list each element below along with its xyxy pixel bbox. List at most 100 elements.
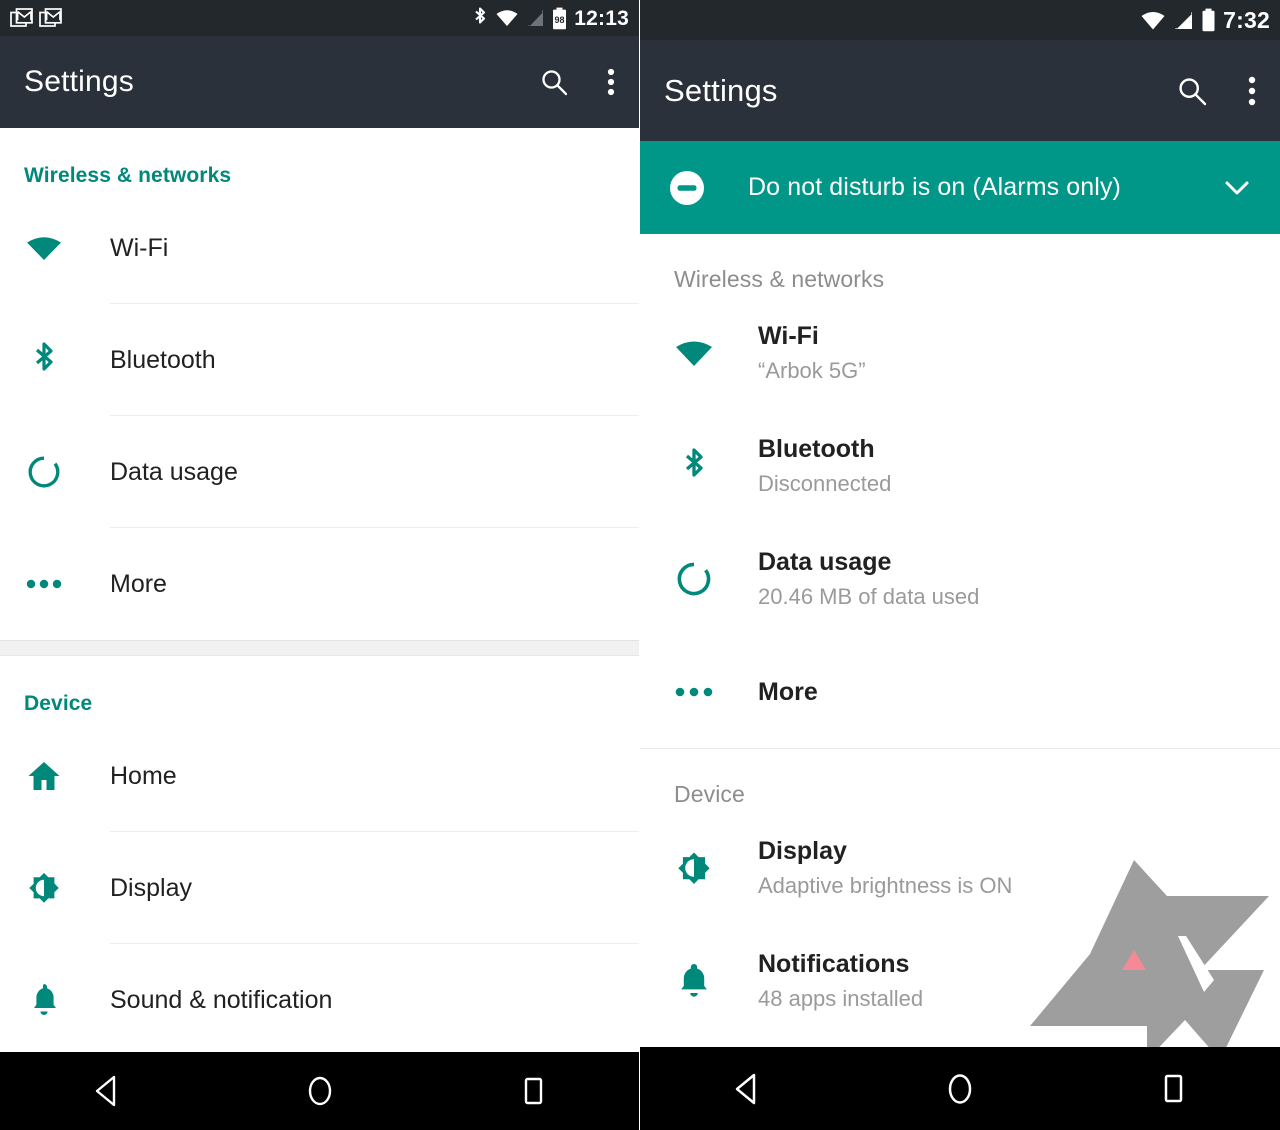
do-not-disturb-text: Do not disturb is on (Alarms only) (748, 173, 1121, 201)
do-not-disturb-icon (668, 169, 706, 207)
bluetooth-icon (24, 340, 64, 380)
bell-icon (674, 962, 714, 1000)
more-horiz-icon (674, 687, 714, 697)
app-bar-actions (1176, 75, 1256, 107)
more-vert-icon[interactable] (607, 67, 615, 97)
right-phone-screen: 7:32 Settings Do not disturb is on (Alar… (640, 0, 1280, 1130)
settings-row-notifications[interactable]: Notifications 48 apps installed (640, 924, 1280, 1037)
chevron-down-icon[interactable] (1222, 173, 1252, 203)
wifi-icon (24, 233, 64, 263)
data-usage-icon (24, 454, 64, 490)
row-labels: Display Adaptive brightness is ON (758, 836, 1012, 899)
more-vert-icon[interactable] (1248, 75, 1256, 107)
settings-row-bluetooth[interactable]: Bluetooth Disconnected (640, 409, 1280, 522)
settings-row-title: Notifications (758, 949, 910, 978)
back-triangle-icon[interactable] (712, 1064, 782, 1114)
brightness-icon (674, 849, 714, 887)
page-title: Settings (24, 65, 134, 98)
row-labels: Display (110, 873, 192, 903)
dual-screenshot-comparison: 98 12:13 Settings Wireless & networks Wi… (0, 0, 1280, 1130)
status-bar-notification-icons (10, 7, 63, 29)
bell-icon (24, 982, 64, 1018)
navigation-bar (640, 1047, 1280, 1130)
bluetooth-icon (472, 6, 488, 30)
status-bar-clock: 7:32 (1223, 6, 1270, 33)
settings-row-sound-notification[interactable]: Sound & notification (0, 944, 639, 1056)
settings-row-title: Sound & notification (110, 986, 333, 1014)
row-labels: Home (110, 761, 177, 791)
do-not-disturb-banner[interactable]: Do not disturb is on (Alarms only) (640, 141, 1280, 234)
bluetooth-icon (674, 445, 714, 487)
section-header-device: Device (674, 781, 745, 807)
status-bar-system-icons: 98 12:13 (472, 6, 629, 30)
page-title: Settings (664, 72, 778, 108)
settings-row-title: More (758, 677, 818, 706)
settings-row-data-usage[interactable]: Data usage 20.46 MB of data used (640, 522, 1280, 635)
settings-row-title: Bluetooth (758, 434, 875, 463)
home-circle-icon[interactable] (285, 1066, 355, 1116)
settings-row-subtitle: 20.46 MB of data used (758, 583, 980, 609)
recents-square-icon[interactable] (498, 1066, 568, 1116)
row-labels: Bluetooth (110, 345, 216, 375)
settings-row-wifi[interactable]: Wi-Fi (0, 192, 639, 304)
cell-signal-icon (1173, 10, 1194, 31)
status-bar: 98 12:13 (0, 0, 639, 36)
settings-row-more[interactable]: More (640, 635, 1280, 748)
row-labels: More (758, 677, 818, 707)
search-icon[interactable] (1176, 75, 1208, 107)
row-labels: Wi-Fi “Arbok 5G” (758, 321, 866, 384)
home-icon (24, 759, 64, 793)
row-labels: Bluetooth Disconnected (758, 434, 891, 497)
app-bar-actions (539, 67, 615, 97)
battery-icon (1201, 8, 1216, 32)
settings-row-subtitle: Disconnected (758, 470, 892, 496)
section-header-device: Device (24, 692, 93, 715)
battery-level-text: 98 (555, 15, 565, 25)
battery-icon: 98 (552, 7, 567, 30)
status-bar-system-icons: 7:32 (1140, 8, 1270, 32)
settings-row-display[interactable]: Display Adaptive brightness is ON (640, 811, 1280, 924)
row-labels: Data usage 20.46 MB of data used (758, 547, 979, 610)
brightness-icon (24, 870, 64, 906)
settings-row-title: Data usage (110, 458, 238, 486)
settings-row-title: Bluetooth (110, 346, 216, 374)
navigation-bar (0, 1052, 639, 1130)
cell-signal-icon (526, 8, 545, 28)
row-labels: Sound & notification (110, 985, 332, 1015)
settings-row-title: Display (110, 874, 192, 902)
left-phone-screen: 98 12:13 Settings Wireless & networks Wi… (0, 0, 640, 1130)
data-usage-icon (674, 560, 714, 598)
section-header-wireless: Wireless & networks (674, 266, 885, 292)
row-labels: Notifications 48 apps installed (758, 949, 923, 1012)
settings-row-display[interactable]: Display (0, 832, 639, 944)
recents-square-icon[interactable] (1138, 1064, 1208, 1114)
settings-row-subtitle: Adaptive brightness is ON (758, 872, 1013, 898)
wifi-icon (1140, 10, 1166, 31)
settings-row-title: More (110, 570, 167, 598)
status-bar-clock: 12:13 (574, 6, 629, 30)
settings-row-home[interactable]: Home (0, 720, 639, 832)
settings-row-title: Home (110, 762, 177, 790)
gmail-icon (39, 7, 63, 29)
row-labels: Data usage (110, 457, 238, 487)
gmail-icon (10, 7, 34, 29)
back-triangle-icon[interactable] (72, 1066, 142, 1116)
app-bar: Settings (0, 36, 639, 128)
search-icon[interactable] (539, 67, 569, 97)
settings-row-data-usage[interactable]: Data usage (0, 416, 639, 528)
section-header-wireless: Wireless & networks (24, 164, 232, 187)
settings-row-bluetooth[interactable]: Bluetooth (0, 304, 639, 416)
settings-row-title: Wi-Fi (758, 321, 819, 350)
section-separator (0, 640, 639, 656)
app-bar: Settings (640, 40, 1280, 141)
settings-list: Wireless & networks Wi-Fi Bluetooth Data… (0, 128, 639, 1056)
settings-row-more[interactable]: More (0, 528, 639, 640)
wifi-icon (674, 337, 714, 369)
settings-row-title: Wi-Fi (110, 234, 169, 262)
home-circle-icon[interactable] (925, 1064, 995, 1114)
wifi-icon (495, 8, 519, 28)
status-bar: 7:32 (640, 0, 1280, 40)
settings-row-wifi[interactable]: Wi-Fi “Arbok 5G” (640, 296, 1280, 409)
settings-row-title: Data usage (758, 547, 892, 576)
more-horiz-icon (24, 579, 64, 589)
